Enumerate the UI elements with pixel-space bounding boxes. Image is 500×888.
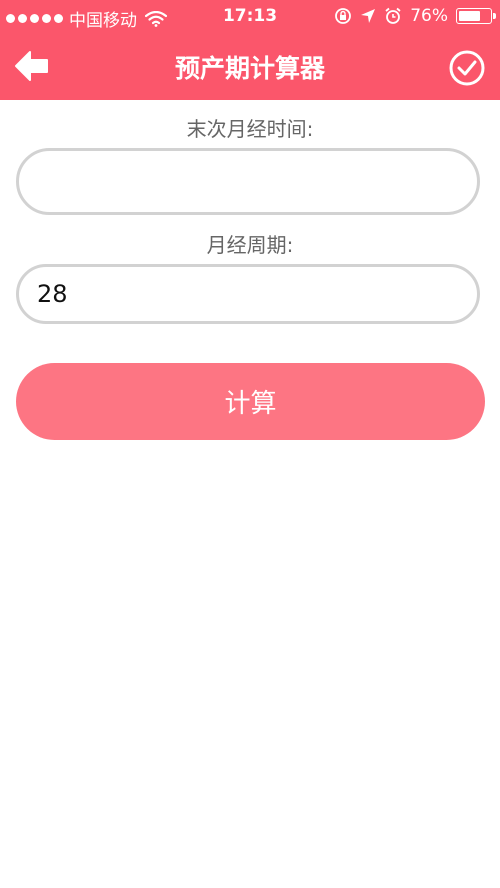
alarm-clock-icon (385, 7, 401, 24)
cycle-length-input[interactable] (16, 264, 480, 324)
cycle-length-label: 月经周期: (206, 233, 294, 257)
check-circle-icon (449, 50, 485, 86)
calculate-button[interactable]: 计算 (16, 363, 485, 440)
battery-icon (456, 8, 496, 24)
status-bar: 中国移动 17:13 76% (0, 0, 500, 32)
rotation-lock-icon (335, 8, 352, 24)
last-period-label: 末次月经时间: (186, 117, 314, 141)
battery-percent: 76% (410, 6, 448, 26)
navigation-bar: 预产期计算器 (0, 32, 500, 100)
last-period-date-input[interactable] (16, 148, 480, 215)
top-bar: 中国移动 17:13 76% 预产期计算器 (0, 0, 500, 100)
status-right: 76% (334, 6, 496, 26)
page-title: 预产期计算器 (174, 54, 325, 83)
confirm-button[interactable] (448, 49, 486, 87)
location-arrow-icon (361, 9, 376, 23)
battery-fill (459, 11, 481, 21)
